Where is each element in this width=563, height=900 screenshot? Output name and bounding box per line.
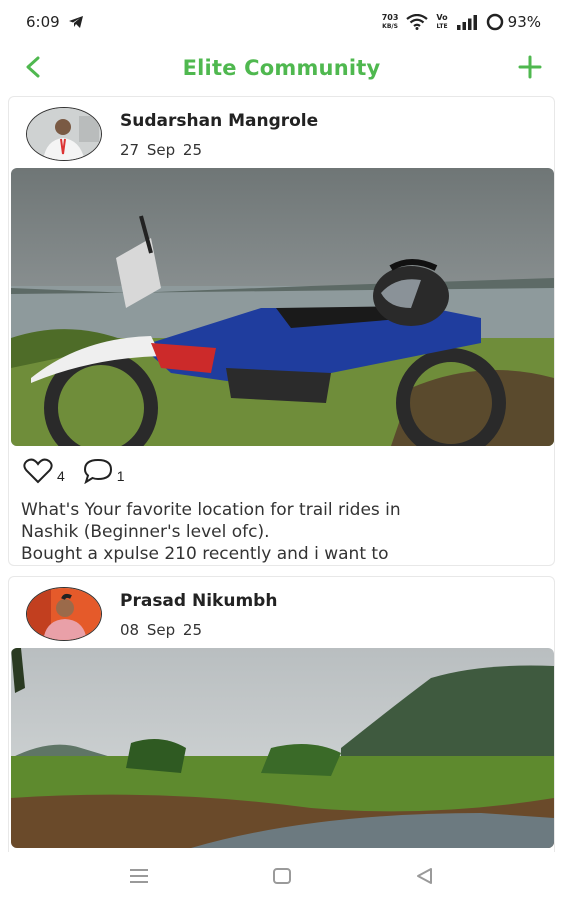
like-button[interactable]: 4 [23,458,65,484]
status-bar: 6:09 703 KB/S Vo LTE 93% [0,0,563,44]
triangle-back-icon [416,868,432,884]
avatar[interactable] [26,107,102,161]
volte-indicator: Vo LTE [436,12,448,31]
status-time: 6:09 [26,13,60,31]
system-back-button[interactable] [411,862,439,890]
arrow-left-icon [26,56,40,78]
heart-icon [23,458,53,484]
add-post-button[interactable] [513,50,547,84]
battery-ring-icon [486,13,503,31]
landscape-photo [11,648,554,848]
post-card[interactable]: Sudarshan Mangrole 27 Sep 25 4 1 What's … [8,96,555,566]
like-count: 4 [57,468,65,484]
post-actions: 4 1 [23,458,125,484]
volte-top: Vo [436,12,448,22]
avatar[interactable] [26,587,102,641]
signal-icon [456,15,477,30]
post-body[interactable]: What's Your favorite location for trail … [21,499,549,565]
volte-bottom: LTE [436,22,448,30]
comment-button[interactable]: 1 [83,458,125,484]
post-image[interactable] [11,648,554,848]
network-speed-value: 703 [381,12,399,22]
avatar-photo [27,108,101,160]
square-home-icon [272,868,291,884]
post-author[interactable]: Prasad Nikumbh [120,591,277,611]
telegram-icon [68,16,83,28]
comment-bubble-icon [83,458,112,484]
network-speed: 703 KB/S [381,12,399,31]
post-text-line: Nashik (Beginner's level ofc). [21,522,270,542]
post-date: 27 Sep 25 [120,141,202,159]
recents-button[interactable] [125,862,153,890]
home-button[interactable] [268,862,296,890]
post-date: 08 Sep 25 [120,621,202,639]
post-image[interactable] [11,168,554,446]
app-bar: Elite Community [0,44,563,92]
post-author[interactable]: Sudarshan Mangrole [120,111,318,131]
post-text-line: Bought a xpulse 210 recently and i want … [21,544,389,564]
wifi-icon [406,14,429,30]
post-text-line: What's Your favorite location for trail … [21,500,401,520]
avatar-photo [27,588,101,640]
community-feed[interactable]: Sudarshan Mangrole 27 Sep 25 4 1 What's … [0,92,563,852]
post-card[interactable]: Prasad Nikumbh 08 Sep 25 [8,576,555,852]
page-title: Elite Community [182,56,381,80]
network-speed-unit: KB/S [382,22,398,30]
back-button[interactable] [18,52,48,82]
plus-icon [518,55,542,79]
battery-percent: 93% [507,13,541,31]
motorcycle-photo [11,168,554,446]
menu-lines-icon [129,869,148,883]
system-nav-bar [0,852,563,900]
comment-count: 1 [116,468,125,484]
